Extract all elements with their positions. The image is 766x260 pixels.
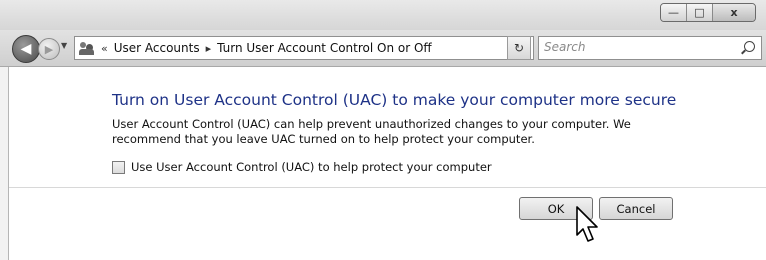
- uac-checkbox[interactable]: [112, 160, 125, 174]
- forward-button[interactable]: ▶: [38, 38, 60, 60]
- search-icon[interactable]: [744, 41, 755, 52]
- search-input[interactable]: Search: [544, 40, 586, 54]
- refresh-button[interactable]: ↻: [507, 36, 531, 60]
- minimize-button[interactable]: —: [661, 4, 687, 21]
- close-button[interactable]: x: [713, 4, 755, 21]
- window: — □ x ◀ ▶ ▼ « User Accounts ▸ Turn User …: [0, 0, 766, 260]
- page-title: Turn on User Account Control (UAC) to ma…: [112, 91, 677, 109]
- users-icon: [79, 41, 95, 55]
- back-button[interactable]: ◀: [12, 35, 40, 63]
- description-text: User Account Control (UAC) can help prev…: [112, 117, 631, 146]
- navigation-bar: ◀ ▶ ▼ « User Accounts ▸ Turn User Accoun…: [0, 30, 766, 67]
- breadcrumb-user-accounts[interactable]: User Accounts: [114, 41, 200, 55]
- title-bar: — □ x: [0, 0, 766, 30]
- address-bar[interactable]: « User Accounts ▸ Turn User Account Cont…: [74, 36, 534, 60]
- caption-buttons: — □ x: [660, 3, 756, 22]
- breadcrumb-current-page[interactable]: Turn User Account Control On or Off: [217, 41, 432, 55]
- breadcrumb-separator[interactable]: ▸: [206, 42, 212, 55]
- mouse-pointer-icon: [576, 206, 598, 242]
- recent-pages-dropdown[interactable]: ▼: [61, 41, 67, 50]
- cancel-button[interactable]: Cancel: [599, 197, 673, 220]
- maximize-button[interactable]: □: [687, 4, 713, 21]
- uac-checkbox-label[interactable]: Use User Account Control (UAC) to help p…: [131, 160, 492, 174]
- content-pane: Turn on User Account Control (UAC) to ma…: [8, 67, 766, 260]
- breadcrumb-overflow[interactable]: «: [101, 42, 108, 55]
- search-box[interactable]: Search: [538, 36, 762, 60]
- uac-option[interactable]: Use User Account Control (UAC) to help p…: [112, 160, 492, 174]
- divider: [9, 187, 766, 188]
